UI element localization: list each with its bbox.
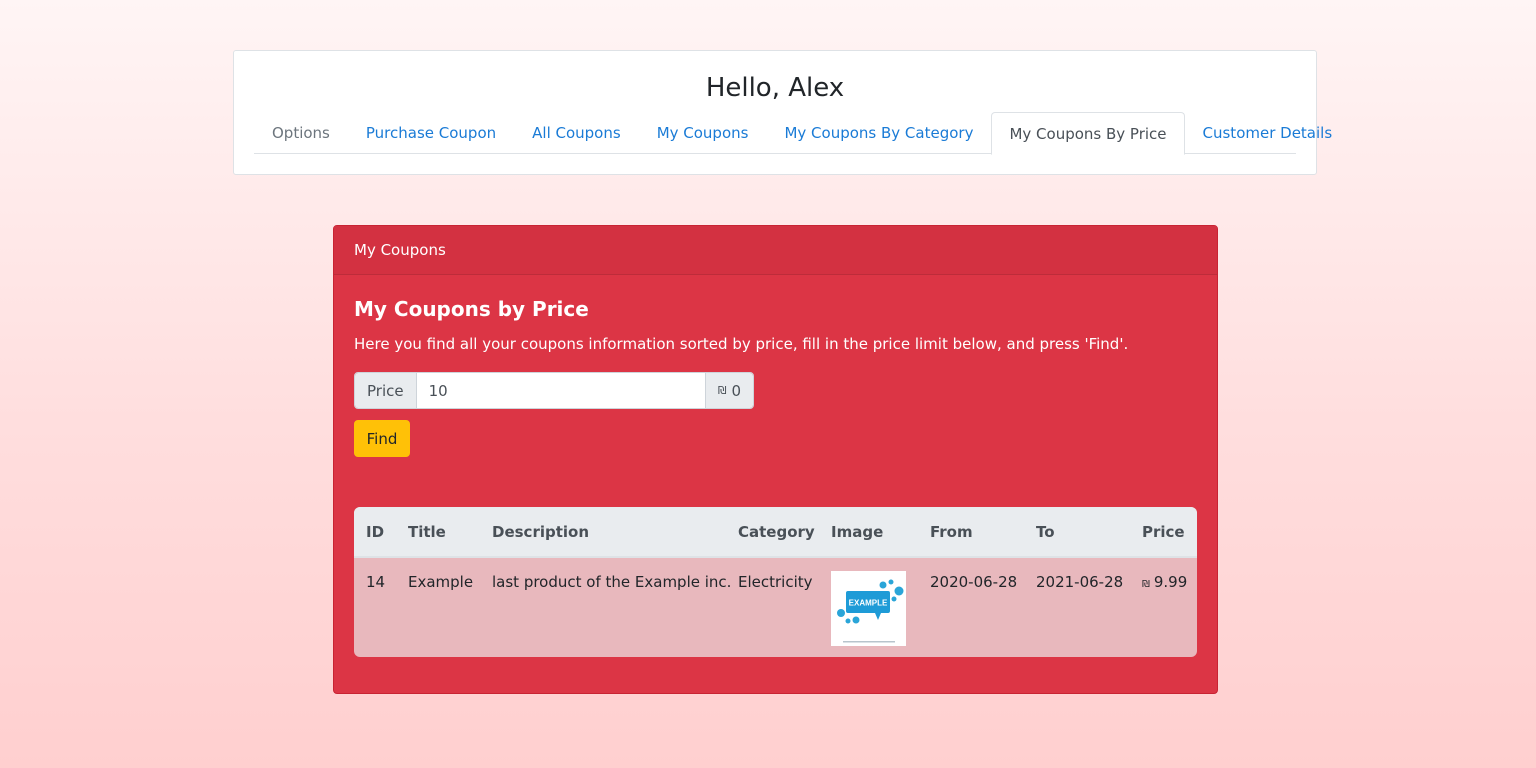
page-greeting: Hello, Alex <box>705 73 845 103</box>
tab-purchase-coupon[interactable]: Purchase Coupon <box>348 112 514 154</box>
header-category: Category <box>738 523 815 541</box>
cell-from: 2020-06-28 <box>930 573 1018 591</box>
header-description: Description <box>492 523 590 541</box>
find-button[interactable]: Find <box>354 420 410 457</box>
tab-my-coupons[interactable]: My Coupons <box>639 112 767 154</box>
example-logo-image: EXAMPLE <box>831 571 906 646</box>
table-row: 14 Example last product of the Example i… <box>354 558 1197 657</box>
nav-tabs: Options Purchase Coupon All Coupons My C… <box>254 112 1332 155</box>
tab-my-coupons-by-price[interactable]: My Coupons By Price <box>991 112 1185 155</box>
price-currency-symbol: ₪ <box>1142 579 1150 590</box>
tab-options[interactable]: Options <box>254 112 348 154</box>
tab-my-coupons-by-category[interactable]: My Coupons By Category <box>766 112 991 154</box>
header-to: To <box>1036 523 1055 541</box>
table-header: ID Title Description Category Image From… <box>354 507 1197 558</box>
cell-title: Example <box>408 573 474 591</box>
example-logo-text: EXAMPLE <box>849 599 888 608</box>
tab-customer-details[interactable]: Customer Details <box>1185 112 1351 154</box>
currency-symbol: ₪ <box>717 384 727 397</box>
header-image: Image <box>831 523 884 541</box>
currency-addon: ₪ 0 <box>704 373 753 408</box>
currency-suffix: 0 <box>731 381 741 400</box>
header-id: ID <box>366 523 385 541</box>
cell-id: 14 <box>366 573 386 591</box>
header-price: Price <box>1142 523 1185 541</box>
panel-description: Here you find all your coupons informati… <box>354 335 1129 353</box>
price-label: Price <box>355 373 417 408</box>
panel-title: My Coupons by Price <box>354 297 589 321</box>
cell-price: ₪ 9.99 <box>1142 573 1187 591</box>
tab-all-coupons[interactable]: All Coupons <box>514 112 639 154</box>
header-title: Title <box>408 523 446 541</box>
coupons-table: ID Title Description Category Image From… <box>354 507 1197 657</box>
cell-to: 2021-06-28 <box>1036 573 1124 591</box>
price-input[interactable] <box>416 373 705 408</box>
header-card: Hello, Alex Options Purchase Coupon All … <box>233 50 1332 175</box>
header-from: From <box>930 523 973 541</box>
price-input-group: Price ₪ 0 <box>354 372 754 409</box>
cell-description: last product of the Example inc. <box>492 573 732 591</box>
panel-header: My Coupons <box>334 226 1217 275</box>
coupons-panel: My Coupons My Coupons by Price Here you … <box>333 225 1218 694</box>
price-value: 9.99 <box>1153 573 1188 591</box>
cell-category: Electricity <box>738 573 813 591</box>
